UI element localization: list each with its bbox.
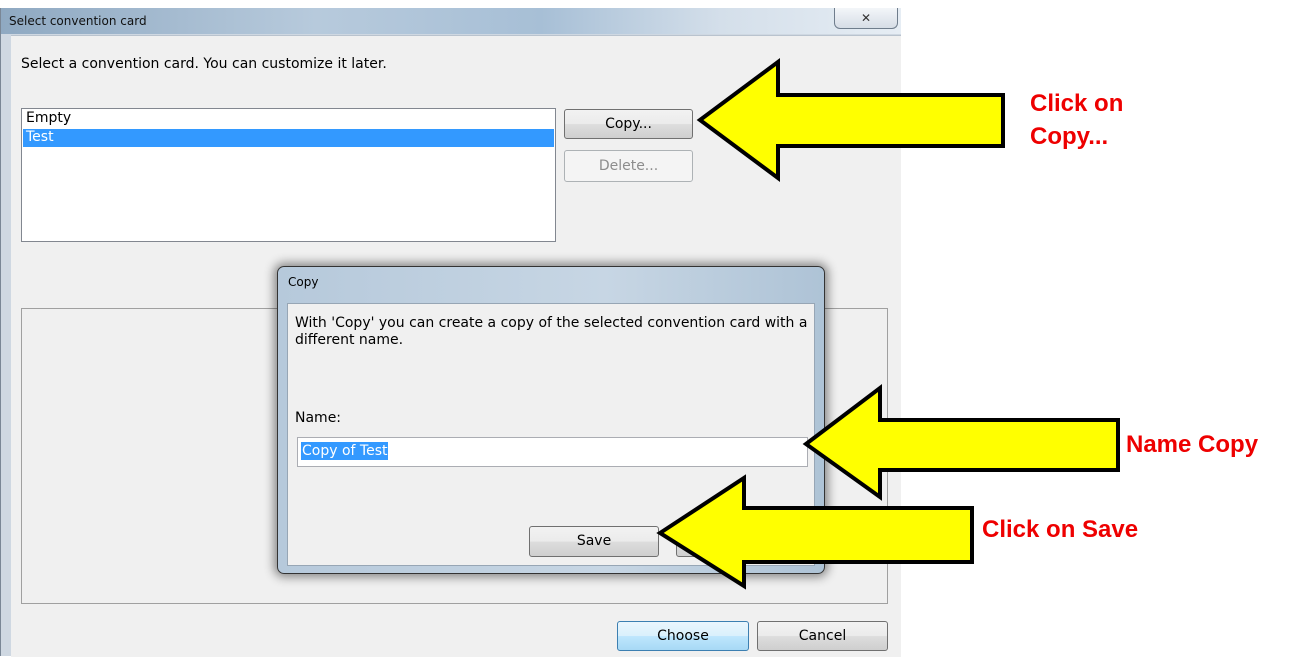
arrow-name-icon — [802, 383, 1120, 501]
annotation-click-copy: Click on Copy... — [1030, 87, 1123, 153]
arrow-copy-icon — [696, 58, 1005, 182]
arrow-save-icon — [656, 474, 974, 590]
annotation-click-save: Click on Save — [982, 516, 1139, 543]
annotation-copy-line2: Copy... — [1030, 123, 1109, 150]
annotation-name-copy: Name Copy — [1126, 431, 1259, 458]
annotation-copy-line1: Click on — [1030, 90, 1124, 117]
